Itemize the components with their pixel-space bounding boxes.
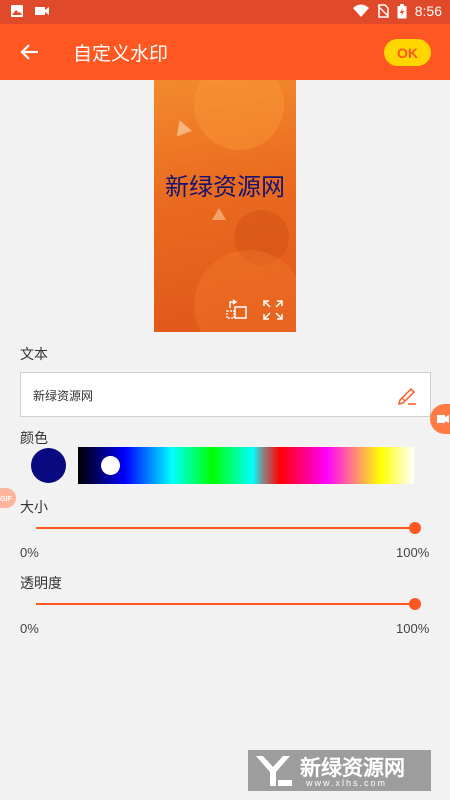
size-max-label: 100% xyxy=(396,545,430,560)
ok-button[interactable]: OK xyxy=(384,39,431,66)
opacity-slider[interactable] xyxy=(36,595,421,615)
opacity-slider-track xyxy=(36,603,415,605)
preview-watermark-text: 新绿资源网 xyxy=(165,173,285,201)
opacity-slider-thumb[interactable] xyxy=(409,598,421,610)
opacity-max-label: 100% xyxy=(396,621,430,636)
color-spectrum-picker[interactable] xyxy=(78,447,414,484)
floating-gif-button[interactable]: GIF xyxy=(0,488,16,512)
site-watermark-overlay: 新绿资源网 www.xlhs.com xyxy=(248,750,431,791)
decor-triangle xyxy=(172,117,192,137)
image-notification-icon xyxy=(11,5,23,17)
watermark-text-field[interactable]: 新绿资源网 xyxy=(20,372,431,417)
size-section-label: 大小 xyxy=(20,500,48,516)
gif-icon: GIF xyxy=(0,488,16,508)
size-slider-thumb[interactable] xyxy=(409,522,421,534)
color-picker-knob[interactable] xyxy=(101,456,120,475)
size-slider[interactable] xyxy=(36,519,421,539)
decor-triangle xyxy=(212,208,226,220)
watermark-url: www.xlhs.com xyxy=(306,778,388,788)
watermark-preview: 新绿资源网 xyxy=(154,80,296,332)
rotate-button[interactable] xyxy=(226,299,248,321)
back-button[interactable] xyxy=(16,38,44,66)
status-bar: 8:56 xyxy=(0,0,450,24)
color-section-label: 颜色 xyxy=(20,431,48,447)
floating-record-button[interactable] xyxy=(430,404,450,438)
clock: 8:56 xyxy=(414,3,442,19)
page-title: 自定义水印 xyxy=(73,43,169,65)
gif-label: GIF xyxy=(0,496,12,503)
edit-text-button[interactable] xyxy=(396,384,418,406)
video-notification-icon xyxy=(35,7,49,15)
no-sim-icon xyxy=(377,4,389,18)
battery-charging-icon xyxy=(397,3,407,18)
rotate-layout-icon xyxy=(226,299,247,319)
text-section-label: 文本 xyxy=(20,347,48,363)
arrow-left-icon xyxy=(20,44,38,60)
decor-circle xyxy=(194,80,284,150)
size-slider-track xyxy=(36,527,415,529)
app-bar: 自定义水印 OK xyxy=(0,24,450,80)
fullscreen-button[interactable] xyxy=(262,299,284,321)
watermark-text-value: 新绿资源网 xyxy=(33,389,94,403)
opacity-section-label: 透明度 xyxy=(20,576,62,592)
site-logo xyxy=(256,756,292,786)
pencil-edit-icon xyxy=(397,387,416,406)
opacity-min-label: 0% xyxy=(20,621,39,636)
fullscreen-icon xyxy=(263,300,283,320)
wifi-icon xyxy=(352,4,369,17)
selected-color-swatch xyxy=(31,448,66,483)
size-min-label: 0% xyxy=(20,545,39,560)
camera-record-icon xyxy=(430,404,450,434)
